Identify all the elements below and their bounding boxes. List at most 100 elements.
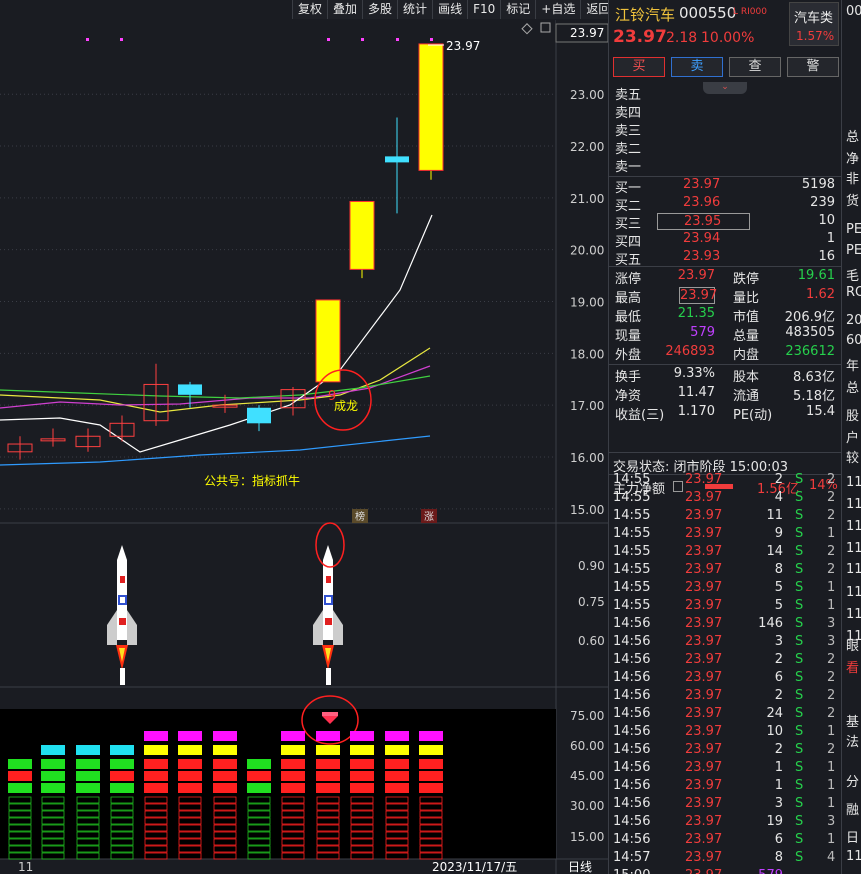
signal-dot xyxy=(396,38,399,41)
tick-volume: 3 xyxy=(774,634,783,649)
indicator-block xyxy=(144,759,168,769)
tick-row: 14:56 23.97 19 S 3 xyxy=(609,813,842,831)
tick-price: 23.97 xyxy=(685,634,723,649)
side-info-text: 货 xyxy=(846,194,860,209)
tick-time: 14:56 xyxy=(613,796,651,811)
price-axis-label: 19.00 xyxy=(570,296,604,310)
toolbar-button[interactable]: 叠加 xyxy=(327,0,362,19)
price-change: 2.18 xyxy=(666,30,698,46)
tick-count: 2 xyxy=(827,688,836,703)
signal-dot xyxy=(86,38,89,41)
sell-button[interactable]: 卖 xyxy=(671,57,723,77)
indicator-block xyxy=(76,771,100,781)
side-info-text: 年 xyxy=(846,359,860,374)
side-info-text: 看 xyxy=(846,661,860,676)
stat-label: 总量 xyxy=(733,329,760,344)
tick-row: 15:00 23.97 579 xyxy=(609,867,842,874)
toolbar-button[interactable]: 统计 xyxy=(397,0,432,19)
date-axis-label: 11 xyxy=(18,860,33,874)
kline-chart[interactable]: 23.97 23.00 22.00 21.00 20.00 19.00 18.00 17.00… xyxy=(0,0,609,874)
tick-side: S xyxy=(795,526,804,541)
sector-box[interactable]: 汽车类 1.57% xyxy=(789,2,839,46)
toolbar-button[interactable]: +自选 xyxy=(535,0,580,19)
indicator-block xyxy=(385,745,409,755)
rocket-body xyxy=(117,545,127,640)
volume-axis-label: 30.00 xyxy=(570,799,604,813)
side-info-text: RO xyxy=(846,285,861,300)
alert-button[interactable]: 警 xyxy=(787,57,839,77)
tick-time: 14:55 xyxy=(613,508,651,523)
indicator-block xyxy=(281,771,305,781)
indicator-block xyxy=(178,745,202,755)
buy-level-label: 买二 xyxy=(615,199,642,214)
tick-price: 23.97 xyxy=(685,580,723,595)
tick-row: 14:56 23.97 3 S 3 xyxy=(609,633,842,651)
tick-volume: 6 xyxy=(774,832,783,847)
toolbar-button[interactable]: 复权 xyxy=(292,0,327,19)
stat-label: 流通 xyxy=(733,389,760,404)
kline-chart-area[interactable]: 23.97 23.00 22.00 21.00 20.00 19.00 18.00 17.00… xyxy=(0,0,609,874)
indicator-block xyxy=(41,759,65,769)
tick-time: 14:55 xyxy=(613,472,651,487)
toolbar-button[interactable]: 标记 xyxy=(500,0,535,19)
buy-button[interactable]: 买 xyxy=(613,57,665,77)
tick-row: 14:56 23.97 146 S 3 xyxy=(609,615,842,633)
indicator-block xyxy=(316,771,340,781)
tick-time: 14:56 xyxy=(613,742,651,757)
tick-time: 14:55 xyxy=(613,562,651,577)
tick-volume: 1 xyxy=(774,760,783,775)
tick-time: 14:56 xyxy=(613,832,651,847)
tick-count: 1 xyxy=(827,580,836,595)
tick-price: 23.97 xyxy=(685,508,723,523)
side-info-text: 总 xyxy=(846,381,860,396)
indicator-axis-label: 0.90 xyxy=(578,559,605,573)
buy-level-volume: 1 xyxy=(826,231,835,246)
price-axis-label: 18.00 xyxy=(570,347,604,361)
side-info-text: 户 xyxy=(846,431,860,446)
tick-volume: 10 xyxy=(766,724,783,739)
price-axis-label: 22.00 xyxy=(570,140,604,154)
indicator-block xyxy=(110,783,134,793)
tick-time: 14:56 xyxy=(613,814,651,829)
toolbar-button[interactable]: 多股 xyxy=(362,0,397,19)
rocket-window xyxy=(326,597,331,603)
side-info-text: 11 xyxy=(846,497,861,512)
side-info-text: 11 xyxy=(846,585,861,600)
collapse-chevron-icon[interactable]: ⌄ xyxy=(703,82,747,94)
tick-side: S xyxy=(795,580,804,595)
tick-side: S xyxy=(795,832,804,847)
indicator-axis-label: 0.60 xyxy=(578,634,605,648)
tick-volume: 19 xyxy=(766,814,783,829)
side-info-text: 股 xyxy=(846,409,860,424)
tick-side: S xyxy=(795,742,804,757)
indicator-block xyxy=(419,759,443,769)
toolbar-button[interactable]: 画线 xyxy=(432,0,467,19)
buy-level-volume: 10 xyxy=(818,213,835,228)
rocket-fin xyxy=(313,610,323,645)
signal-dot xyxy=(327,38,330,41)
tick-side: S xyxy=(795,508,804,523)
side-info-text: PE xyxy=(846,243,861,258)
tick-time: 14:55 xyxy=(613,580,651,595)
indicator-block xyxy=(41,783,65,793)
stock-code: 000550 xyxy=(679,4,737,22)
tick-price: 23.97 xyxy=(685,490,723,505)
tick-row: 14:55 23.97 14 S 2 xyxy=(609,543,842,561)
indicator-block xyxy=(281,745,305,755)
tick-price: 23.97 xyxy=(685,562,723,577)
tick-side: S xyxy=(795,598,804,613)
tick-time: 15:00 xyxy=(613,867,650,874)
tick-row: 14:56 23.97 2 S 2 xyxy=(609,687,842,705)
toolbar-button[interactable]: F10 xyxy=(467,0,500,19)
indicator-block xyxy=(144,745,168,755)
stat-value: 23.97 xyxy=(679,287,718,304)
stat-label: 涨停 xyxy=(615,272,642,287)
tick-time: 14:56 xyxy=(613,634,651,649)
indicator-block xyxy=(316,745,340,755)
query-button[interactable]: 查 xyxy=(729,57,781,77)
tick-time: 14:55 xyxy=(613,544,651,559)
indicator-block xyxy=(110,771,134,781)
tick-volume: 5 xyxy=(774,580,783,595)
side-info-text: 法 xyxy=(846,735,860,750)
tick-count: 2 xyxy=(827,508,836,523)
